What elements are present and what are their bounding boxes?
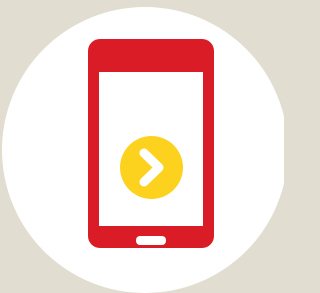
- illustration-canvas: [0, 0, 284, 293]
- mobile-phone-icon: [88, 39, 214, 248]
- home-button: [136, 236, 166, 245]
- phone-screen: [99, 72, 203, 226]
- chevron-right-icon: [120, 136, 183, 199]
- chevron-right-glyph: [139, 148, 164, 187]
